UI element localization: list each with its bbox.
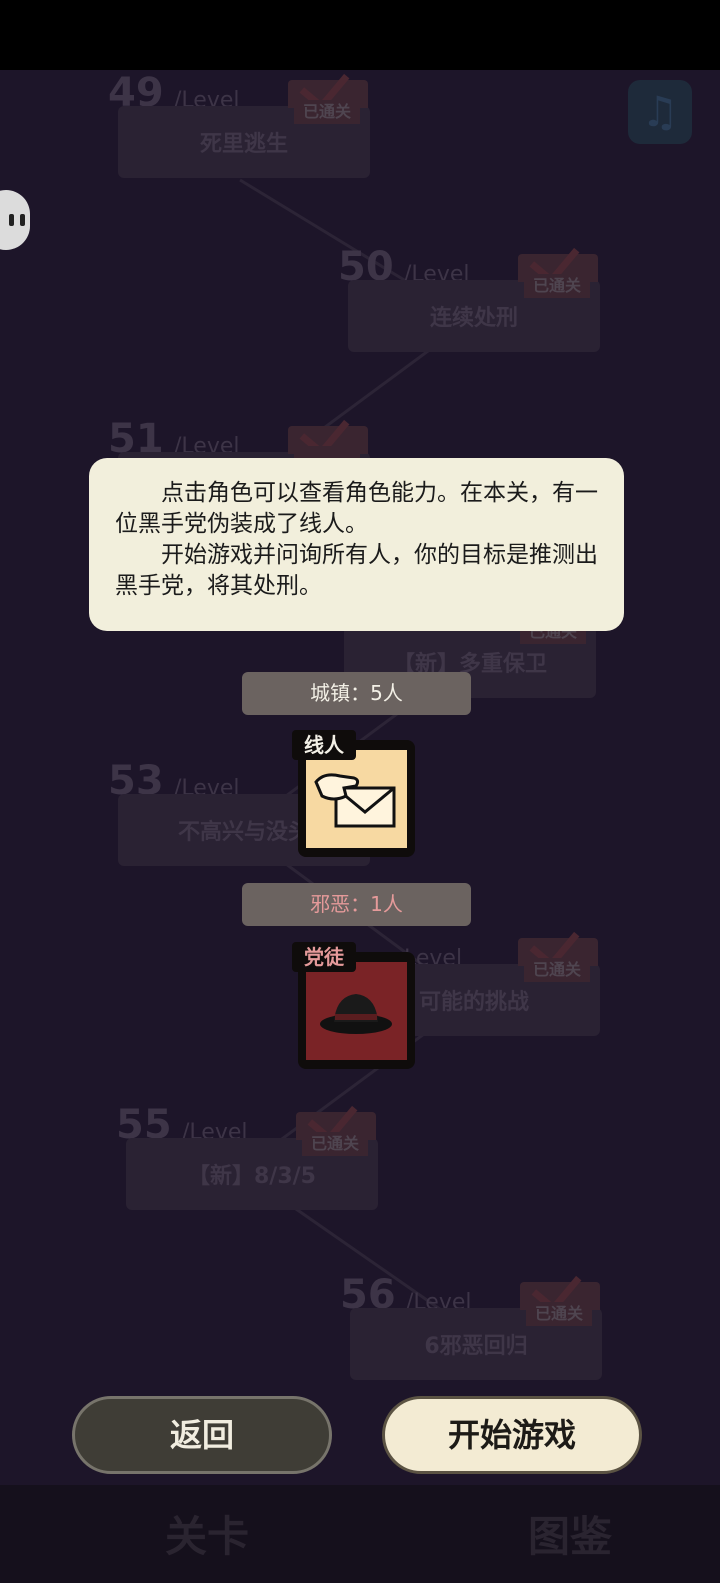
tab-levels[interactable]: 关卡 bbox=[165, 1503, 249, 1564]
mafia-role-card[interactable]: 党徒 bbox=[292, 942, 415, 1069]
town-count-label: 城镇：5人 bbox=[242, 672, 471, 715]
informant-role-card[interactable]: 线人 bbox=[292, 730, 415, 857]
fedora-hat-icon bbox=[306, 962, 407, 1060]
level-node-50[interactable]: 50 /Level 连续处刑 已通关 bbox=[338, 233, 600, 354]
cleared-stamp-icon: 已通关 bbox=[510, 233, 604, 304]
level-node-55[interactable]: 55 /Level 【新】8/3/5 已通关 bbox=[116, 1091, 378, 1212]
music-note-icon[interactable]: ♫ bbox=[628, 80, 692, 144]
intro-text-2: 开始游戏并问询所有人，你的目标是推测出黑手党，将其处刑。 bbox=[115, 542, 598, 599]
back-button[interactable]: 返回 bbox=[72, 1396, 332, 1474]
status-bar bbox=[0, 0, 720, 70]
informant-role-name: 线人 bbox=[292, 730, 356, 760]
bottom-tab-bar: 关卡 图鉴 bbox=[0, 1485, 720, 1583]
cleared-stamp-icon: 已通关 bbox=[510, 917, 604, 988]
level-intro-dialog: 点击角色可以查看角色能力。在本关，有一位黑手党伪装成了线人。 开始游戏并问询所有… bbox=[89, 458, 624, 631]
intro-text-1: 点击角色可以查看角色能力。在本关，有一位黑手党伪装成了线人。 bbox=[115, 480, 598, 537]
level-node-49[interactable]: 49 /Level 死里逃生 已通关 bbox=[108, 70, 370, 180]
cleared-stamp-icon: 已通关 bbox=[280, 70, 374, 130]
evil-count-label: 邪恶：1人 bbox=[242, 883, 471, 926]
tab-codex[interactable]: 图鉴 bbox=[528, 1503, 612, 1564]
level-node-56[interactable]: 56 /Level 6邪恶回归 已通关 bbox=[340, 1261, 602, 1382]
mafia-role-name: 党徒 bbox=[292, 942, 356, 972]
hand-envelope-icon bbox=[306, 750, 407, 848]
cleared-stamp-icon: 已通关 bbox=[512, 1261, 606, 1332]
start-game-button[interactable]: 开始游戏 bbox=[382, 1396, 642, 1474]
cleared-stamp-icon: 已通关 bbox=[288, 1091, 382, 1162]
